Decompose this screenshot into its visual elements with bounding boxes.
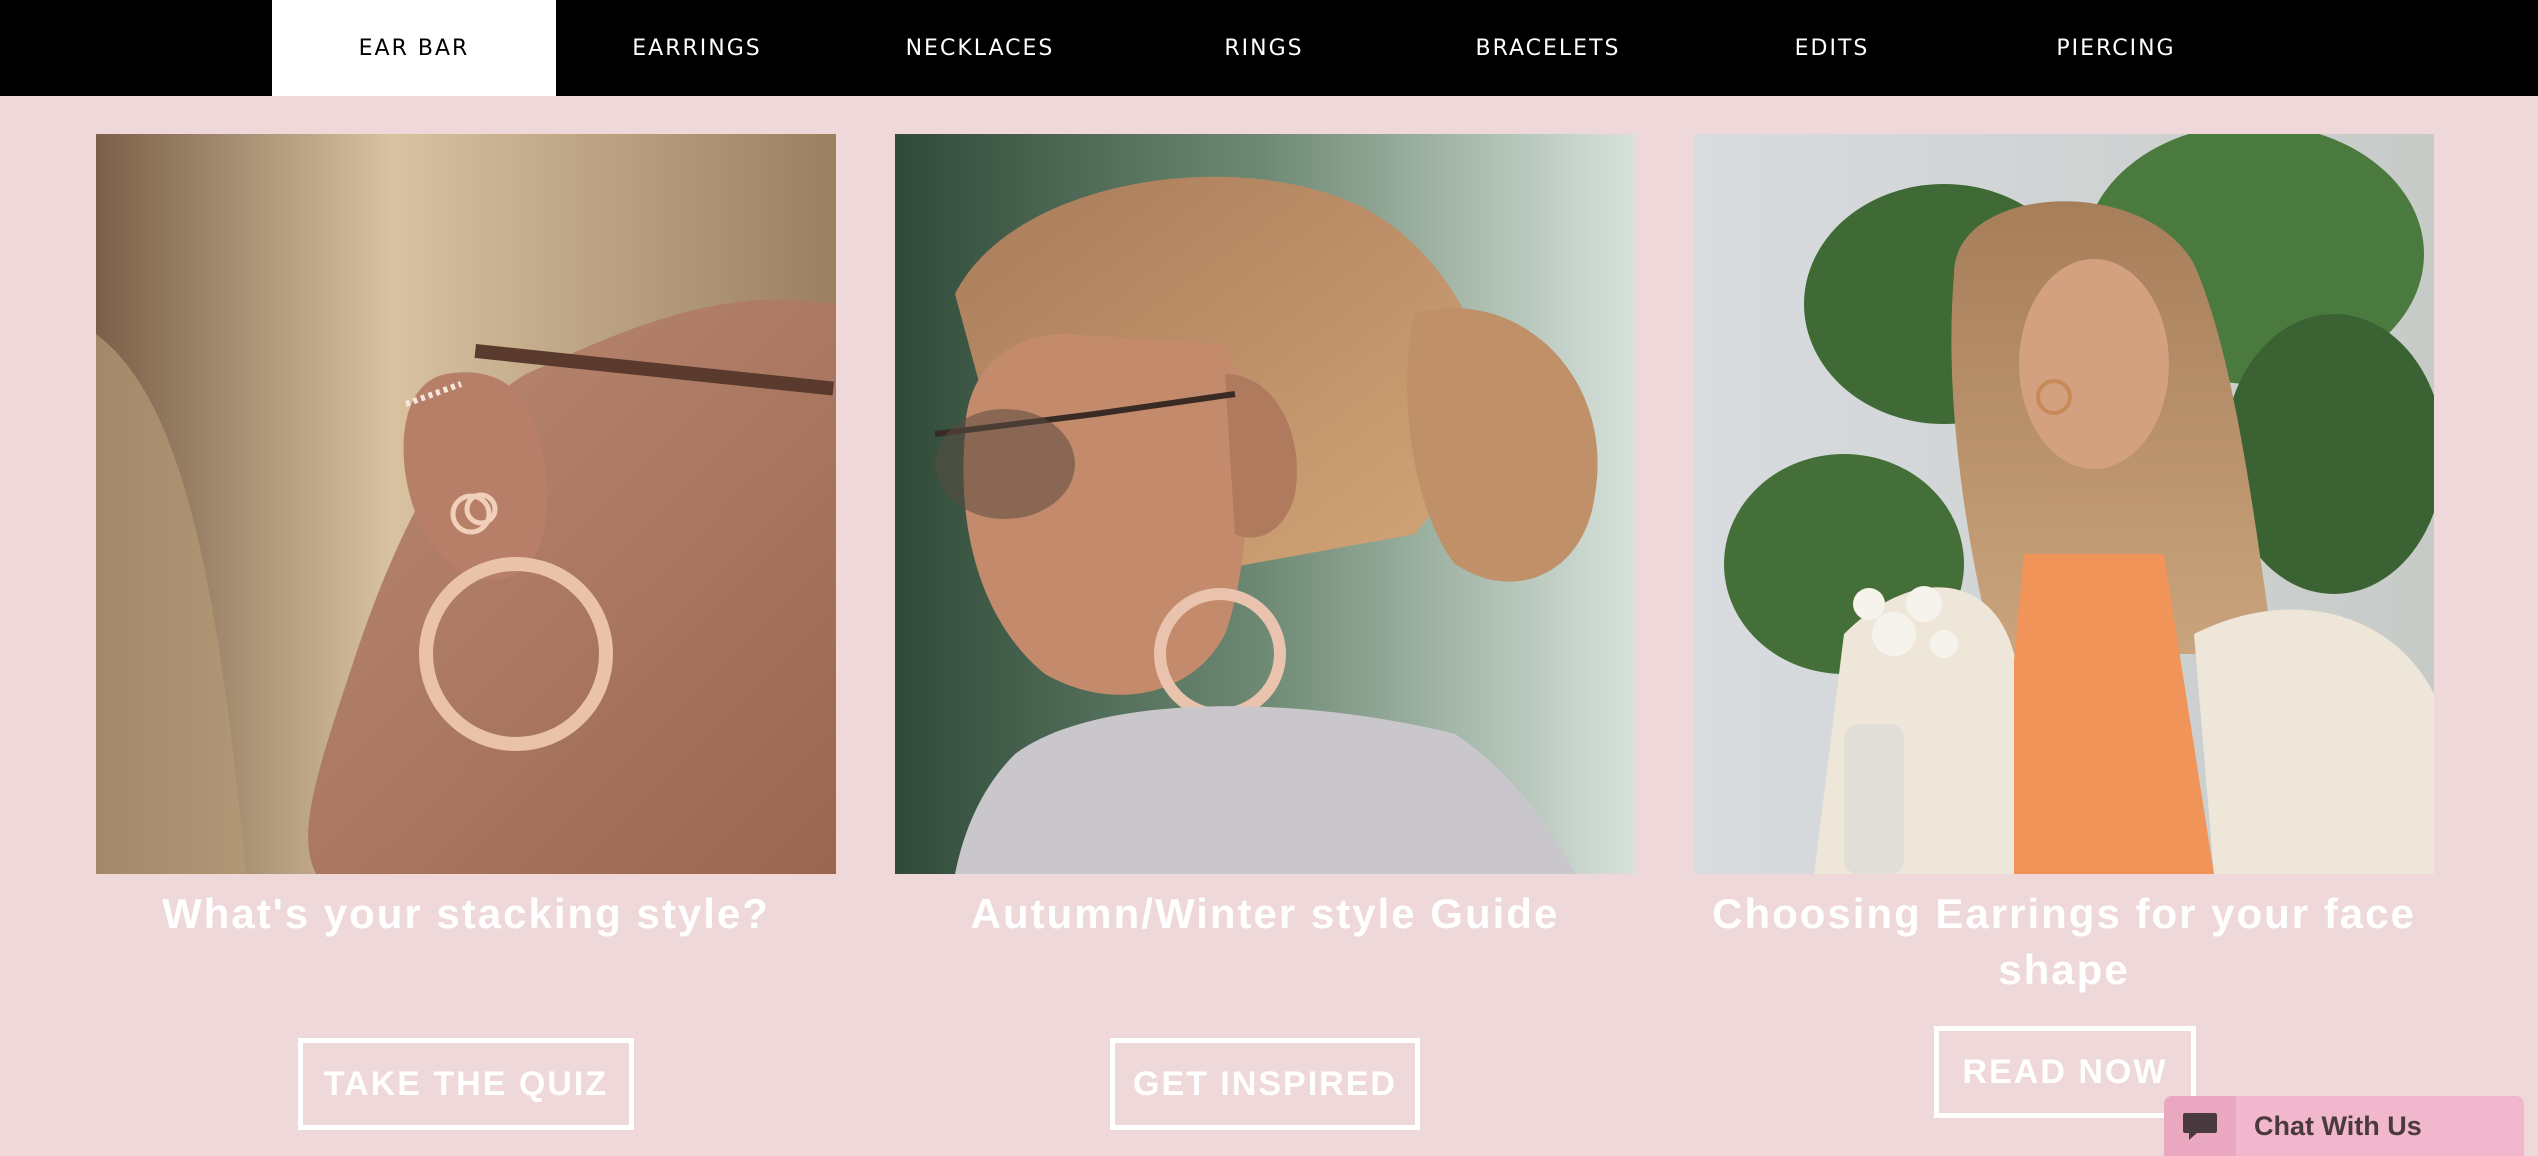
- card-title: Choosing Earrings for your face shape: [1712, 890, 2416, 993]
- ear-closeup-photo[interactable]: [96, 134, 836, 874]
- nav-item-bracelets[interactable]: BRACELETS: [1406, 0, 1690, 96]
- chat-label: Chat With Us: [2254, 1110, 2422, 1141]
- woman-with-plants-photo[interactable]: [1694, 134, 2434, 874]
- nav-item-rings[interactable]: RINGS: [1122, 0, 1406, 96]
- card-title: What's your stacking style?: [162, 890, 770, 937]
- card-autumn-winter: Autumn/Winter style Guide GET INSPIRED: [895, 134, 1635, 1156]
- chat-with-us-button[interactable]: Chat With Us: [2164, 1096, 2524, 1156]
- card-title: Autumn/Winter style Guide: [970, 890, 1560, 937]
- card-stacking-style: What's your stacking style? TAKE THE QUI…: [96, 134, 836, 1156]
- nav-item-necklaces[interactable]: NECKLACES: [838, 0, 1122, 96]
- nav-item-ear-bar[interactable]: EAR BAR: [272, 0, 556, 96]
- take-the-quiz-button[interactable]: TAKE THE QUIZ: [298, 1038, 634, 1130]
- nav-item-edits[interactable]: EDITS: [1690, 0, 1974, 96]
- card-face-shape: Choosing Earrings for your face shape RE…: [1694, 134, 2434, 1156]
- nav-item-earrings[interactable]: EARRINGS: [555, 0, 839, 96]
- read-now-button[interactable]: READ NOW: [1934, 1026, 2196, 1118]
- get-inspired-button[interactable]: GET INSPIRED: [1110, 1038, 1420, 1130]
- chat-bubble-icon: [2164, 1096, 2236, 1156]
- nav-item-piercing[interactable]: PIERCING: [1974, 0, 2258, 96]
- main-navigation: EAR BAR EARRINGS NECKLACES RINGS BRACELE…: [0, 0, 2538, 96]
- woman-profile-photo[interactable]: [895, 134, 1635, 874]
